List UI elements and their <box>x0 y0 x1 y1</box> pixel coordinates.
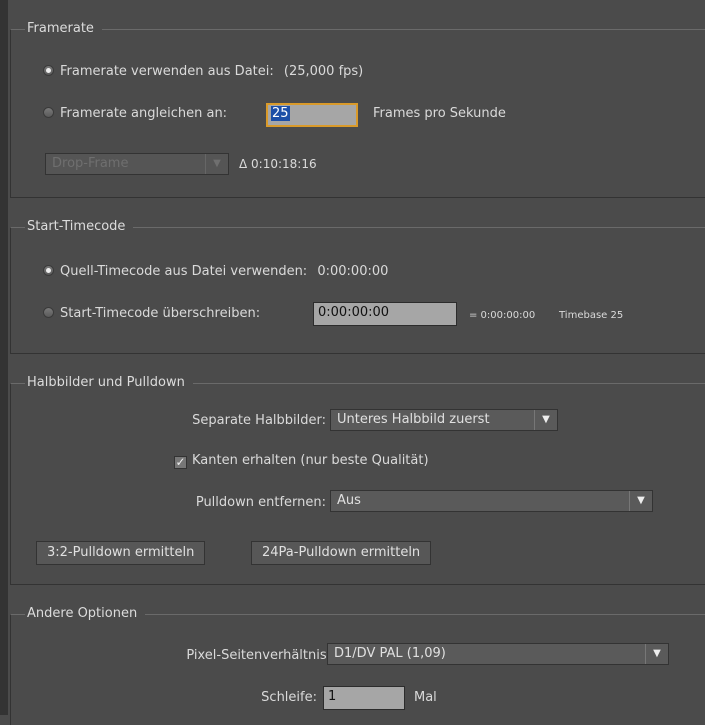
checkmark-icon[interactable]: ✓ <box>174 456 187 469</box>
detect-32-pulldown-button[interactable]: 3:2-Pulldown ermitteln <box>36 541 206 565</box>
other-options-group: Andere Optionen Pixel-Seitenverhältnis: … <box>10 606 705 725</box>
dropframe-value: Drop-Frame <box>52 156 129 171</box>
override-timecode-value: 0:00:00:00 <box>318 305 390 320</box>
radio-unselected-icon[interactable] <box>43 107 54 118</box>
use-source-timecode-option[interactable]: Quell-Timecode aus Datei verwenden: 0:00… <box>43 264 388 279</box>
override-timecode-label: Start-Timecode überschreiben: <box>60 306 261 321</box>
framerate-group-title: Framerate <box>25 21 102 36</box>
remove-pulldown-dropdown[interactable]: Aus ▼ <box>330 490 653 512</box>
timecode-group: Start-Timecode Quell-Timecode aus Datei … <box>10 219 705 354</box>
preserve-edges-label: Kanten erhalten (nur beste Qualität) <box>192 453 429 468</box>
separate-fields-dropdown[interactable]: Unteres Halbbild zuerst ▼ <box>330 409 558 431</box>
dropframe-dropdown: Drop-Frame ▼ <box>45 153 229 175</box>
detect-24pa-pulldown-button[interactable]: 24Pa-Pulldown ermitteln <box>251 541 432 565</box>
framerate-group: Framerate Framerate verwenden aus Datei:… <box>10 21 705 198</box>
loop-label: Schleife: <box>261 690 317 705</box>
loop-unit-label: Mal <box>414 690 437 705</box>
conform-fps-value: 25 <box>271 106 290 121</box>
remove-pulldown-value: Aus <box>337 493 361 508</box>
conform-framerate-option[interactable]: Framerate angleichen an: <box>43 106 227 121</box>
radio-unselected-icon[interactable] <box>43 307 54 318</box>
preserve-edges-checkbox[interactable]: ✓ Kanten erhalten (nur beste Qualität) <box>174 453 429 469</box>
separate-fields-value: Unteres Halbbild zuerst <box>337 412 490 427</box>
chevron-down-icon: ▼ <box>205 154 228 174</box>
loop-count-value: 1 <box>328 689 337 704</box>
fields-pulldown-group: Halbbilder und Pulldown Separate Halbbil… <box>10 375 705 585</box>
pixel-aspect-label: Pixel-Seitenverhältnis: <box>186 648 331 663</box>
panel-edge <box>0 0 8 715</box>
use-source-timecode-label: Quell-Timecode aus Datei verwenden: <box>60 264 308 279</box>
use-file-framerate-label: Framerate verwenden aus Datei: <box>60 64 274 79</box>
pixel-aspect-value: D1/DV PAL (1,09) <box>334 646 446 661</box>
override-timecode-input[interactable]: 0:00:00:00 <box>313 302 457 326</box>
other-options-title: Andere Optionen <box>25 606 146 621</box>
conform-fps-input[interactable]: 25 <box>266 103 358 127</box>
fields-group-title: Halbbilder und Pulldown <box>25 375 193 390</box>
separate-fields-label: Separate Halbbilder: <box>192 413 326 428</box>
loop-count-input[interactable]: 1 <box>323 686 405 710</box>
conform-framerate-label: Framerate angleichen an: <box>60 106 228 121</box>
pixel-aspect-dropdown[interactable]: D1/DV PAL (1,09) ▼ <box>327 643 669 665</box>
remove-pulldown-label: Pulldown entfernen: <box>195 495 326 510</box>
radio-selected-icon[interactable] <box>43 265 54 276</box>
use-file-framerate-option[interactable]: Framerate verwenden aus Datei: (25,000 f… <box>43 64 363 79</box>
chevron-down-icon: ▼ <box>534 410 557 430</box>
chevron-down-icon: ▼ <box>629 491 652 511</box>
override-timecode-option[interactable]: Start-Timecode überschreiben: <box>43 306 260 321</box>
delta-duration: Δ 0:10:18:16 <box>239 157 317 171</box>
timecode-result: = 0:00:00:00 <box>469 310 536 321</box>
source-timecode-value: 0:00:00:00 <box>317 264 389 279</box>
timebase-label: Timebase 25 <box>559 310 624 321</box>
fps-unit-label: Frames pro Sekunde <box>373 106 506 121</box>
radio-selected-icon[interactable] <box>43 65 54 76</box>
timecode-group-title: Start-Timecode <box>25 219 134 234</box>
file-fps-value: (25,000 fps) <box>283 64 364 79</box>
chevron-down-icon: ▼ <box>645 644 668 664</box>
